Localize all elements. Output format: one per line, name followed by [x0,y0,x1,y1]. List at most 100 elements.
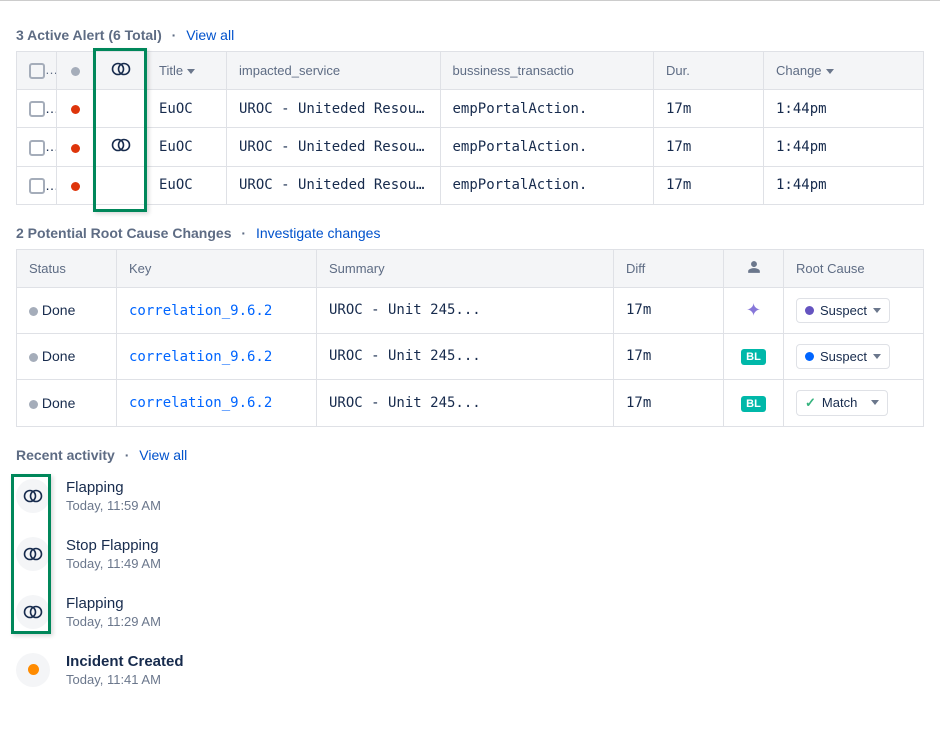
sparkle-icon: ✦ [746,300,761,320]
col-dot [57,52,95,90]
row-biz: empPortalAction. [440,128,654,166]
row-flap-cell [95,166,147,204]
overlap-circles-icon [111,138,131,152]
col-impacted[interactable]: impacted_service [227,52,441,90]
col-biz[interactable]: bussiness_transactio [440,52,654,90]
chevron-down-icon [873,354,881,359]
chevron-down-icon [871,400,879,405]
row-root[interactable]: Suspect [784,333,924,379]
activity-item[interactable]: Flapping Today, 11:29 AM [16,587,924,645]
row-key[interactable]: correlation_9.6.2 [117,379,317,426]
alerts-header: 3 Active Alert (6 Total) · View all [16,27,924,43]
root-causes-header-row: Status Key Summary Diff Root Cause [17,249,924,287]
checkbox-icon[interactable] [29,140,45,156]
table-row[interactable]: Donecorrelation_9.6.2UROC - Unit 245...1… [17,287,924,333]
separator-dot: · [172,27,177,43]
table-row[interactable]: EuOCUROC - Uniteded Resource...empPortal… [17,90,924,128]
activity-title: Flapping [66,479,161,496]
user-badge: BL [741,396,766,412]
table-row[interactable]: Donecorrelation_9.6.2UROC - Unit 245...1… [17,333,924,379]
table-row[interactable]: EuOCUROC - Uniteded Resource...empPortal… [17,166,924,204]
activity-title: Flapping [66,595,161,612]
dot-icon [805,306,814,315]
status-dot-icon [71,67,80,76]
activity-icon [16,653,50,687]
row-key[interactable]: correlation_9.6.2 [117,333,317,379]
col-status[interactable]: Status [17,249,117,287]
col-dur[interactable]: Dur. [654,52,764,90]
row-checkbox[interactable] [17,128,57,166]
row-dur: 17m [654,90,764,128]
chevron-down-icon [826,69,834,74]
alerts-view-all-link[interactable]: View all [186,27,234,43]
chevron-down-icon [873,308,881,313]
col-title[interactable]: Title [147,52,227,90]
alerts-table: Title impacted_service bussiness_transac… [16,51,924,205]
investigate-changes-link[interactable]: Investigate changes [256,225,381,241]
row-title: EuOC [147,166,227,204]
user-icon [747,260,761,274]
row-change: 1:44pm [764,166,924,204]
row-root[interactable]: ✓Match [784,379,924,426]
row-diff: 17m [614,333,724,379]
row-root[interactable]: Suspect [784,287,924,333]
row-flap-cell [95,90,147,128]
activity-icon [16,595,50,629]
root-cause-dropdown[interactable]: ✓Match [796,390,888,416]
col-key[interactable]: Key [117,249,317,287]
separator-dot: · [125,447,130,463]
row-checkbox[interactable] [17,90,57,128]
user-badge: BL [741,349,766,365]
row-status-dot [57,90,95,128]
row-status: Done [17,287,117,333]
status-dot-icon [29,400,38,409]
activity-time: Today, 11:41 AM [66,672,184,687]
checkbox-icon[interactable] [29,101,45,117]
row-user: BL [724,333,784,379]
col-checkbox[interactable] [17,52,57,90]
col-root[interactable]: Root Cause [784,249,924,287]
recent-activity-title: Recent activity [16,447,115,463]
col-user [724,249,784,287]
row-summary: UROC - Unit 245... [317,379,614,426]
col-summary[interactable]: Summary [317,249,614,287]
alerts-table-wrap: Title impacted_service bussiness_transac… [16,51,924,205]
activity-text: Incident Created Today, 11:41 AM [66,653,184,687]
checkbox-icon[interactable] [29,178,45,194]
orange-dot-icon [28,664,39,675]
row-status-dot [57,166,95,204]
activity-text: Stop FlappingToday, 11:49 AM [66,537,161,571]
activity-item[interactable]: Incident Created Today, 11:41 AM [16,645,924,703]
table-row[interactable]: Donecorrelation_9.6.2UROC - Unit 245...1… [17,379,924,426]
row-checkbox[interactable] [17,166,57,204]
root-cause-dropdown[interactable]: Suspect [796,344,890,369]
activity-item[interactable]: FlappingToday, 11:59 AM [16,471,924,529]
table-row[interactable]: EuOCUROC - Uniteded Resource...empPortal… [17,128,924,166]
row-user: BL [724,379,784,426]
status-dot-icon [29,307,38,316]
row-biz: empPortalAction. [440,90,654,128]
status-dot-red-icon [71,144,80,153]
overlap-circles-icon [23,605,43,619]
row-summary: UROC - Unit 245... [317,287,614,333]
row-diff: 17m [614,379,724,426]
activity-icon [16,479,50,513]
activity-wrap: FlappingToday, 11:59 AM Stop FlappingToda… [16,471,924,703]
activity-text: Flapping Today, 11:29 AM [66,595,161,629]
activity-time: Today, 11:29 AM [66,614,161,629]
root-cause-dropdown[interactable]: Suspect [796,298,890,323]
check-icon: ✓ [805,395,816,411]
status-dot-red-icon [71,182,80,191]
dot-icon [805,352,814,361]
checkbox-icon[interactable] [29,63,45,79]
col-diff[interactable]: Diff [614,249,724,287]
activity-view-all-link[interactable]: View all [139,447,187,463]
activity-title: Incident Created [66,653,184,670]
root-causes-title: 2 Potential Root Cause Changes [16,225,231,241]
overlap-circles-icon [23,547,43,561]
row-title: EuOC [147,90,227,128]
col-change[interactable]: Change [764,52,924,90]
row-key[interactable]: correlation_9.6.2 [117,287,317,333]
row-dur: 17m [654,166,764,204]
activity-item[interactable]: Stop FlappingToday, 11:49 AM [16,529,924,587]
